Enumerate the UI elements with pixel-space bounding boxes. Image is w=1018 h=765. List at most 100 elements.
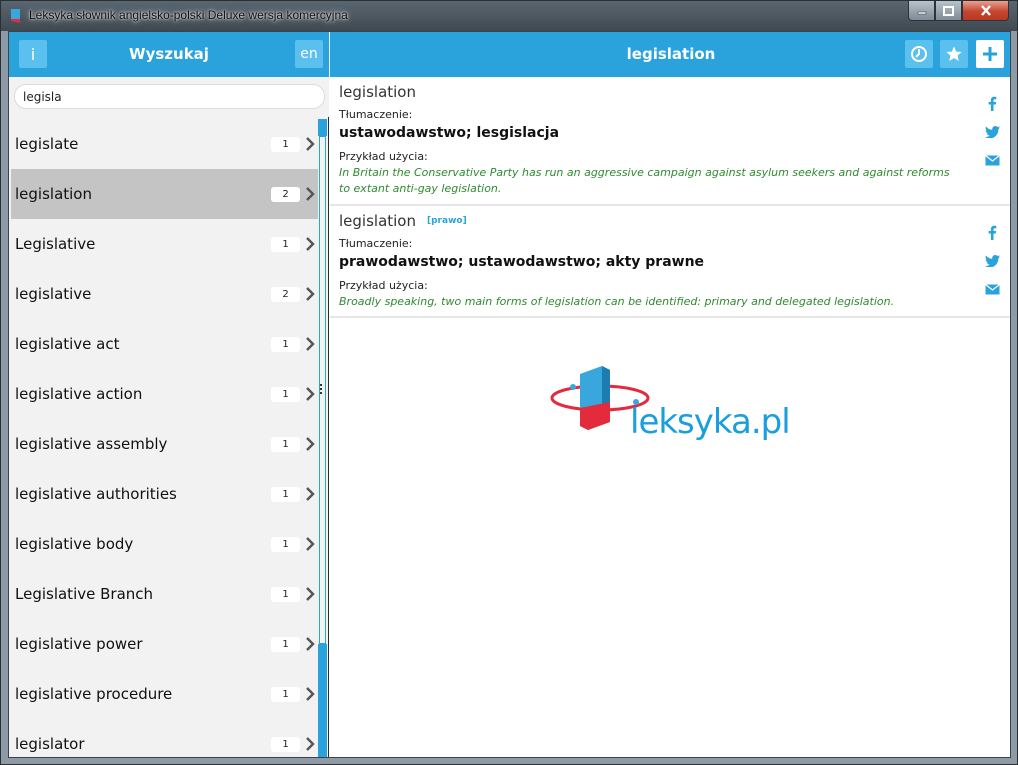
word-list-item[interactable]: legislative act 1 [11, 319, 318, 369]
list-item-count-badge: 1 [271, 137, 300, 152]
list-item-count-badge: 1 [271, 637, 300, 652]
twitter-icon [984, 126, 1000, 138]
list-item-count-badge: 1 [271, 437, 300, 452]
list-item-word: legislative body [15, 535, 134, 553]
add-button[interactable] [976, 40, 1004, 68]
minimize-button[interactable] [908, 1, 935, 21]
mail-icon [984, 154, 1000, 165]
list-item-count-badge: 1 [271, 537, 300, 552]
logo-text: leksyka.pl [630, 402, 791, 442]
twitter-share-button[interactable] [984, 253, 1000, 269]
example-label: Przykład użycia: [339, 279, 428, 292]
chevron-right-icon [306, 237, 315, 251]
word-list-item[interactable]: legislator 1 [11, 719, 318, 757]
entry-headword: legislation [339, 212, 416, 230]
maximize-button[interactable] [935, 1, 962, 21]
word-list-item[interactable]: legislative procedure 1 [11, 669, 318, 719]
list-item-count-badge: 1 [271, 587, 300, 602]
results-title: legislation [626, 45, 716, 63]
favorites-button[interactable] [940, 40, 968, 68]
search-title: Wyszukaj [129, 45, 209, 63]
word-list-item[interactable]: legislative assembly 1 [11, 419, 318, 469]
scrollbar-top-segment[interactable] [318, 119, 327, 136]
word-list-item[interactable]: legislative body 1 [11, 519, 318, 569]
search-header: i Wyszukaj en [9, 32, 329, 77]
list-item-word: Legislative [15, 235, 96, 253]
splitter-grip[interactable] [320, 384, 322, 394]
list-item-count-badge: 1 [271, 487, 300, 502]
language-label: en [300, 46, 318, 62]
plus-icon [983, 47, 997, 61]
list-item-word: legislative [15, 285, 92, 303]
word-list-item[interactable]: legislate 1 [11, 119, 318, 169]
close-button[interactable] [962, 1, 1009, 21]
word-list: legislate 1 legislation 2 Legislative 1 legisl… [9, 119, 319, 757]
window-title: Leksyka słownik angielsko-polski Deluxe … [29, 8, 348, 22]
list-item-count-badge: 1 [271, 337, 300, 352]
chevron-right-icon [306, 387, 315, 401]
info-icon: i [30, 44, 36, 64]
entry-example: In Britain the Conservative Party has ru… [339, 166, 950, 195]
twitter-share-button[interactable] [984, 124, 1000, 140]
leksyka-logo: leksyka.pl [550, 362, 791, 452]
list-item-word: legislate [15, 135, 79, 153]
results-header: legislation [330, 32, 1010, 77]
word-list-item[interactable]: legislative action 1 [11, 369, 318, 419]
list-item-word: legislative power [15, 635, 143, 653]
chevron-right-icon [306, 437, 315, 451]
search-input[interactable] [14, 84, 325, 109]
list-item-word: legislative assembly [15, 435, 168, 453]
list-item-word: legislative act [15, 335, 120, 353]
maximize-icon [943, 5, 954, 16]
app-window: Leksyka słownik angielsko-polski Deluxe … [0, 0, 1018, 765]
word-list-item[interactable]: legislative power 1 [11, 619, 318, 669]
list-item-count-badge: 1 [271, 687, 300, 702]
email-share-button[interactable] [984, 152, 1000, 168]
minimize-icon [917, 11, 926, 14]
chevron-right-icon [306, 187, 315, 201]
list-item-count-badge: 2 [271, 287, 300, 302]
list-item-word: legislation [15, 185, 92, 203]
facebook-icon [988, 225, 997, 240]
history-button[interactable] [905, 40, 933, 68]
chevron-right-icon [306, 587, 315, 601]
list-scrollbar[interactable] [318, 119, 327, 757]
list-item-count-badge: 1 [271, 237, 300, 252]
result-entry: legislation Tłumaczenie: ustawodawstwo; … [330, 77, 1010, 206]
email-share-button[interactable] [984, 281, 1000, 297]
mail-icon [984, 283, 1000, 294]
word-list-item[interactable]: Legislative 1 [11, 219, 318, 269]
list-item-word: Legislative Branch [15, 585, 154, 603]
word-list-item[interactable]: legislative 2 [11, 269, 318, 319]
chevron-right-icon [306, 537, 315, 551]
results-panel: legislation legislation Tłumaczenie: ust… [330, 32, 1010, 757]
scrollbar-thumb[interactable] [318, 644, 327, 757]
facebook-share-button[interactable] [984, 95, 1000, 111]
language-button[interactable]: en [295, 40, 323, 68]
word-list-item[interactable]: legislative authorities 1 [11, 469, 318, 519]
translation-label: Tłumaczenie: [339, 108, 413, 121]
chevron-right-icon [306, 287, 315, 301]
client-area: i Wyszukaj en legislate 1 legislation 2 Legi… [8, 31, 1011, 758]
list-item-count-badge: 1 [271, 737, 300, 752]
list-item-word: legislative procedure [15, 685, 173, 703]
list-item-word: legislator [15, 735, 85, 753]
app-icon [11, 9, 20, 23]
info-button[interactable]: i [19, 40, 47, 68]
list-item-count-badge: 1 [271, 387, 300, 402]
title-bar[interactable]: Leksyka słownik angielsko-polski Deluxe … [1, 1, 1017, 31]
search-panel: i Wyszukaj en legislate 1 legislation 2 Legi… [9, 32, 329, 757]
word-list-item[interactable]: Legislative Branch 1 [11, 569, 318, 619]
word-list-item[interactable]: legislation 2 [11, 169, 318, 219]
chevron-right-icon [306, 137, 315, 151]
chevron-right-icon [306, 687, 315, 701]
result-entry: legislation [prawo] Tłumaczenie: prawoda… [330, 206, 1010, 318]
entry-translation: prawodawstwo; ustawodawstwo; akty prawne [339, 254, 705, 270]
facebook-share-button[interactable] [984, 224, 1000, 240]
close-icon [980, 5, 991, 16]
chevron-right-icon [306, 737, 315, 751]
entry-domain-tag: [prawo] [427, 216, 467, 226]
twitter-icon [984, 255, 1000, 267]
facebook-icon [988, 96, 997, 111]
entry-translation: ustawodawstwo; lesgislacja [339, 125, 560, 141]
